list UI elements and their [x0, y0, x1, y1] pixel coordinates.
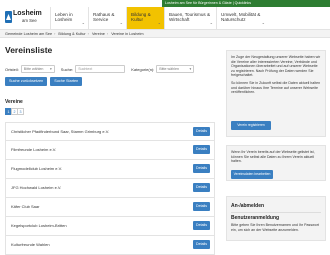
start-search-button[interactable]: Suche Starten [50, 77, 83, 86]
club-name: Flugmodellclub Losheim e.V. [11, 166, 62, 171]
edit-info-box: Wenn Ihr Verein bereits auf der Webseite… [226, 145, 326, 181]
login-box: An-/abmelden Benutzeranmeldung Bitte geb… [226, 196, 326, 241]
breadcrumb-item[interactable]: Gemeinde Losheim am See [5, 32, 52, 36]
logo-subtext: am See [22, 18, 37, 23]
logo-icon [5, 11, 12, 23]
details-button[interactable]: Details [193, 164, 210, 173]
reset-search-button[interactable]: Suche zurücksetzen [5, 77, 48, 86]
pagination: 1 2 3 [5, 108, 24, 115]
details-button[interactable]: Details [193, 221, 210, 230]
ortsteil-label: Ortsteil: [5, 66, 19, 72]
section-title: Vereine [5, 99, 23, 105]
chevron-down-icon: ▾ [189, 67, 192, 71]
details-button[interactable]: Details [193, 183, 210, 192]
club-name: JFG Hochwald Losheim e.V. [11, 185, 62, 190]
details-button[interactable]: Details [193, 240, 210, 249]
list-item: Kegelsportclub Losheim-Britten Details [5, 217, 215, 236]
logo-text: Losheim [13, 10, 42, 17]
details-button[interactable]: Details [193, 127, 210, 136]
filter-bar: Ortsteil: Bitte wählen ▾ Suche: Suchtext … [5, 64, 195, 74]
club-name: Käfer Club Saar [11, 204, 40, 209]
chevron-down-icon: ⌄ [157, 19, 161, 25]
page-title: Vereinsliste [5, 45, 53, 55]
club-name: Christlicher Pfadfinderbund Saar, Stamm … [11, 129, 110, 134]
register-info-text-2: So können Sie in Zukunft selbst die Date… [231, 80, 321, 95]
filter-buttons: Suche zurücksetzen Suche Starten [5, 77, 85, 86]
login-box-title: An-/abmelden [231, 203, 265, 209]
breadcrumb: Gemeinde Losheim am See › Bildung & Kultu… [0, 30, 330, 38]
list-item: JFG Hochwald Losheim e.V. Details [5, 179, 215, 198]
kategorie-select[interactable]: Bitte wählen ▾ [156, 65, 195, 73]
edit-club-data-button[interactable]: Vereinsdaten bearbeiten [231, 170, 273, 179]
site-header: Losheim am See Leben in Losheim ⌄ Rathaus… [0, 7, 330, 30]
nav-leben[interactable]: Leben in Losheim ⌄ [50, 7, 88, 29]
page-3[interactable]: 3 [17, 108, 24, 115]
club-name: Kegelsportclub Losheim-Britten [11, 223, 67, 228]
club-list: Christlicher Pfadfinderbund Saar, Stamm … [5, 122, 215, 255]
list-item: Flugmodellclub Losheim e.V. Details [5, 160, 215, 179]
nav-rathaus[interactable]: Rathaus & Service ⌄ [88, 7, 126, 29]
top-bar: Losheim am See für Bürgerinnen & Gäste |… [0, 0, 330, 7]
list-item: Christlicher Pfadfinderbund Saar, Stamm … [5, 122, 215, 141]
chevron-down-icon: ⌄ [81, 19, 85, 25]
details-button[interactable]: Details [193, 202, 210, 211]
chevron-down-icon: ⌄ [119, 19, 123, 25]
search-input[interactable]: Suchtext [75, 65, 126, 73]
login-box-text: Bitte geben Sie Ihren Benutzernamen und … [231, 223, 319, 232]
register-info-text: Im Zuge der Neugestaltung unserer Websei… [231, 55, 321, 78]
nav-bildung[interactable]: Bildung & Kultur ⌄ [126, 7, 164, 29]
chevron-down-icon: ▾ [49, 67, 52, 71]
ortsteil-select[interactable]: Bitte wählen ▾ [20, 65, 55, 73]
nav-umwelt[interactable]: Umwelt, Mobilität & Naturschutz ⌄ [216, 7, 268, 29]
login-box-subtitle: Benutzeranmeldung [231, 212, 321, 221]
kategorie-label: Kategorie(n): [131, 66, 155, 72]
register-info-box: Im Zuge der Neugestaltung unserer Websei… [226, 50, 326, 137]
list-item: Käfer Club Saar Details [5, 198, 215, 217]
list-item: Filmfreunde Losheim e.V. Details [5, 141, 215, 160]
suche-label: Suche: [60, 66, 74, 72]
chevron-down-icon: ⌄ [209, 19, 213, 25]
list-item: Kulturfreunde Wahlen Details [5, 236, 215, 255]
breadcrumb-item[interactable]: Bildung & Kultur [58, 32, 85, 36]
register-club-button[interactable]: Verein registrieren [231, 121, 271, 130]
breadcrumb-item-current: Vereine in Losheim [111, 32, 144, 36]
edit-info-text: Wenn Ihr Verein bereits auf der Webseite… [231, 150, 315, 164]
club-name: Kulturfreunde Wahlen [11, 242, 50, 247]
club-name: Filmfreunde Losheim e.V. [11, 147, 57, 152]
logo[interactable]: Losheim am See [5, 10, 45, 26]
nav-bauen[interactable]: Bauen, Tourismus & Wirtschaft ⌄ [164, 7, 216, 29]
quicklinks-bar[interactable]: Losheim am See für Bürgerinnen & Gäste |… [162, 0, 330, 7]
main-nav: Leben in Losheim ⌄ Rathaus & Service ⌄ Bil… [50, 7, 268, 29]
breadcrumb-item[interactable]: Vereine [92, 32, 105, 36]
chevron-down-icon: ⌄ [261, 19, 265, 25]
details-button[interactable]: Details [193, 145, 210, 154]
